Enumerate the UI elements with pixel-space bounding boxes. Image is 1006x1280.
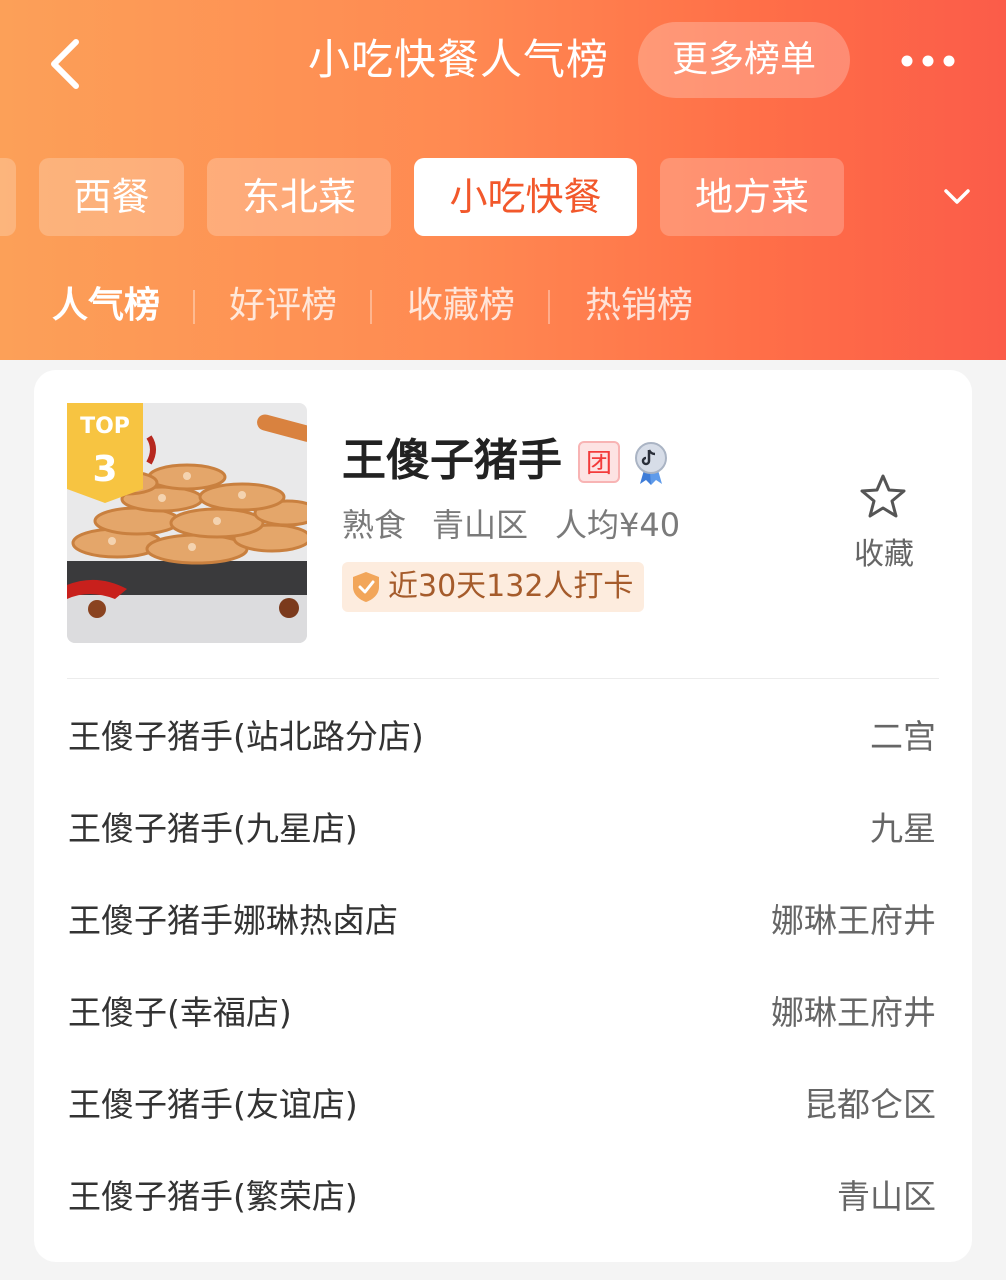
branch-item-name[interactable]: 王傻子猪手(站北路分店): [68, 707, 424, 767]
branch-item-name[interactable]: 王傻子(幸福店): [68, 983, 292, 1043]
shop-category: 熟食: [342, 506, 407, 544]
category-tab-local[interactable]: 地方菜: [660, 158, 844, 236]
branch-item-name[interactable]: 王傻子猪手(繁荣店): [68, 1167, 358, 1227]
branch-item-area: 青山区: [837, 1177, 936, 1216]
branch-item-name[interactable]: 王傻子猪手(友谊店): [68, 1075, 358, 1135]
more-dots-icon[interactable]: [898, 46, 958, 76]
favorite-button[interactable]: 收藏: [848, 532, 920, 578]
rank-label: TOP: [80, 414, 130, 439]
subtab-divider: [548, 290, 550, 324]
subtab-bestseller[interactable]: 热销榜: [585, 278, 693, 334]
branch-item-area: 二宫: [870, 717, 936, 756]
subtab-popularity[interactable]: 人气榜: [52, 278, 160, 334]
category-tab-northeast[interactable]: 东北菜: [207, 158, 391, 236]
subtab-reviews[interactable]: 好评榜: [229, 278, 337, 334]
back-arrow-icon[interactable]: [44, 36, 88, 92]
divider: [67, 678, 939, 679]
chevron-down-icon[interactable]: [940, 180, 974, 214]
subtab-divider: [193, 290, 195, 324]
shop-name[interactable]: 王傻子猪手: [342, 430, 562, 492]
more-lists-button[interactable]: 更多榜单: [638, 22, 850, 98]
checkin-shield-icon: [353, 572, 379, 602]
category-tab-western[interactable]: 西餐: [39, 158, 184, 236]
branch-item-name[interactable]: 王傻子猪手娜琳热卤店: [68, 891, 398, 951]
branch-item-area: 昆都仑区: [804, 1085, 936, 1124]
branch-item-name[interactable]: 王傻子猪手(九星店): [68, 799, 358, 859]
group-buy-badge: 团: [578, 441, 620, 483]
rank-number: 3: [92, 449, 118, 490]
douyin-icon: [635, 442, 667, 485]
subtab-divider: [370, 290, 372, 324]
subtab-favorites[interactable]: 收藏榜: [407, 278, 515, 334]
star-icon[interactable]: [858, 472, 908, 522]
branch-item-area: 娜琳王府井: [771, 993, 936, 1032]
branch-item-area: 娜琳王府井: [771, 901, 936, 940]
shop-avg-price: 人均¥40: [555, 506, 681, 544]
page-title: 小吃快餐人气榜: [308, 35, 610, 84]
category-tab-snacks[interactable]: 小吃快餐: [414, 158, 637, 236]
checkin-count: 近30天132人打卡: [388, 569, 634, 604]
branch-item-area: 九星: [870, 809, 936, 848]
shop-district: 青山区: [432, 506, 529, 544]
category-tab-partial[interactable]: [0, 158, 16, 236]
